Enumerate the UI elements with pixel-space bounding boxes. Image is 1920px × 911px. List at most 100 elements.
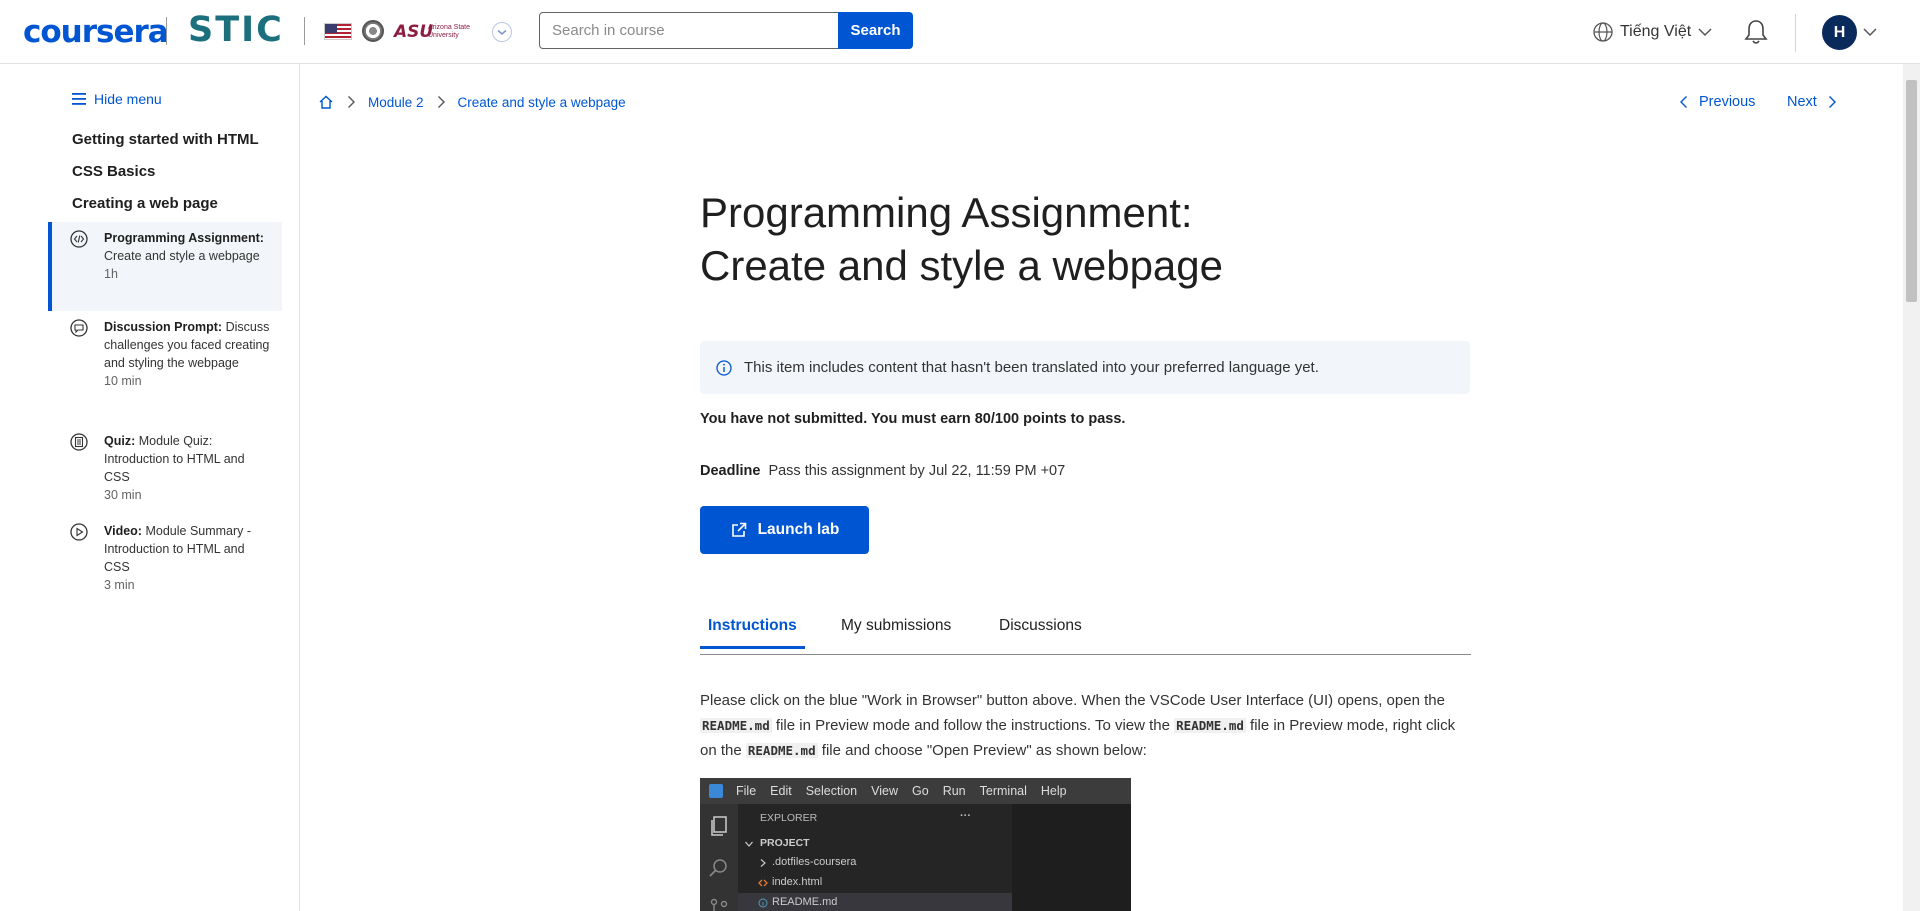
launch-lab-button[interactable]: Launch lab xyxy=(700,506,869,554)
next-label: Next xyxy=(1787,94,1817,110)
stic-logo[interactable]: STIC xyxy=(188,10,284,50)
course-sidebar: Hide menu Getting started with HTML CSS … xyxy=(0,64,300,911)
asu-logo-subtitle: Arizona State University xyxy=(428,24,471,39)
deadline-value: Pass this assignment by Jul 22, 11:59 PM… xyxy=(768,463,1066,479)
banner-text: This item includes content that hasn't b… xyxy=(744,359,1319,376)
code-icon xyxy=(70,230,88,248)
top-navigation-bar: coursera STIC ASU Arizona State Universi… xyxy=(0,0,1920,64)
sidebar-item-quiz[interactable]: Quiz: Module Quiz: Introduction to HTML … xyxy=(48,425,282,511)
avatar[interactable]: H xyxy=(1822,15,1857,50)
department-seal-icon xyxy=(362,20,384,42)
tab-my-submissions[interactable]: My submissions xyxy=(841,617,951,646)
assignment-tabs: Instructions My submissions Discussions xyxy=(700,610,1471,655)
translation-notice-banner: This item includes content that hasn't b… xyxy=(700,341,1470,394)
launch-lab-label: Launch lab xyxy=(757,521,840,538)
us-flag-icon xyxy=(324,23,352,40)
chat-bubble-icon xyxy=(70,319,88,337)
html-file-icon xyxy=(758,879,768,887)
search-icon xyxy=(709,859,727,877)
explorer-file-dotfiles: .dotfiles-coursera xyxy=(738,853,1012,872)
vscode-logo-icon xyxy=(709,784,723,798)
inline-code: README.md xyxy=(745,743,818,758)
header-divider xyxy=(166,17,167,45)
notifications-button[interactable] xyxy=(1743,18,1769,51)
tab-discussions[interactable]: Discussions xyxy=(999,617,1082,646)
vscode-menu-item: Go xyxy=(912,784,929,798)
sidebar-item-duration: 30 min xyxy=(104,488,142,502)
chevron-down-icon[interactable] xyxy=(1862,24,1878,40)
hide-menu-label: Hide menu xyxy=(94,91,162,107)
chevron-left-icon xyxy=(1680,96,1687,108)
file-name: README.md xyxy=(772,896,838,908)
sidebar-item-video[interactable]: Video: Module Summary - Introduction to … xyxy=(48,515,282,601)
play-icon xyxy=(70,523,88,541)
scrollbar-thumb[interactable] xyxy=(1906,80,1917,302)
external-link-icon xyxy=(731,522,746,537)
globe-icon xyxy=(1593,22,1613,42)
deadline-label: Deadline xyxy=(700,463,761,479)
files-icon xyxy=(711,816,727,836)
search-button[interactable]: Search xyxy=(838,12,913,49)
chevron-right-icon xyxy=(348,96,355,108)
sidebar-item-type: Quiz: xyxy=(104,434,136,448)
vscode-menu-item: Selection xyxy=(805,784,858,798)
vscode-screenshot: File Edit Selection View Go Run Terminal… xyxy=(700,778,1131,911)
more-actions-icon: ··· xyxy=(960,810,971,822)
breadcrumb-current-item[interactable]: Create and style a webpage xyxy=(458,95,626,110)
vscode-menu-item: Help xyxy=(1040,784,1067,798)
explorer-project-folder: PROJECT xyxy=(738,834,1012,853)
file-name: .dotfiles-coursera xyxy=(772,856,857,868)
vscode-menu-item: File xyxy=(736,784,757,798)
vscode-menu-item: View xyxy=(871,784,899,798)
explorer-file-readme: README.md xyxy=(738,893,1012,911)
info-icon xyxy=(716,359,732,376)
menu-icon xyxy=(72,93,86,105)
coursera-logo[interactable]: coursera xyxy=(23,14,169,50)
home-icon[interactable] xyxy=(318,94,334,110)
header-divider xyxy=(1795,14,1796,52)
vscode-menubar: File Edit Selection View Go Run Terminal… xyxy=(700,778,1131,804)
partners-expand-button[interactable] xyxy=(492,22,512,42)
language-selector[interactable]: Tiếng Việt xyxy=(1592,20,1713,44)
info-icon xyxy=(758,898,768,908)
sidebar-item-duration: 1h xyxy=(104,267,118,281)
chevron-down-icon xyxy=(497,29,507,35)
chevron-right-icon xyxy=(760,859,766,867)
quiz-icon xyxy=(70,433,88,451)
language-label: Tiếng Việt xyxy=(1620,23,1692,40)
file-name: index.html xyxy=(772,876,823,888)
previous-button[interactable]: Previous xyxy=(1677,94,1755,110)
submission-status: You have not submitted. You must earn 80… xyxy=(700,411,1126,427)
sidebar-section-css-basics[interactable]: CSS Basics xyxy=(72,163,155,180)
page-title: Programming Assignment: Create and style… xyxy=(700,189,1224,289)
sidebar-section-getting-started[interactable]: Getting started with HTML xyxy=(72,131,259,148)
header-divider xyxy=(304,17,305,45)
breadcrumb: Module 2 Create and style a webpage xyxy=(318,94,626,110)
chevron-right-icon xyxy=(1828,96,1836,108)
sidebar-item-title: Create and style a webpage xyxy=(104,249,260,263)
sidebar-item-discussion-prompt[interactable]: Discussion Prompt: Discuss challenges yo… xyxy=(48,311,282,397)
instructions-text: Please click on the blue "Work in Browse… xyxy=(700,688,1470,763)
hide-menu-button[interactable]: Hide menu xyxy=(72,91,162,107)
vscode-menu-item: Edit xyxy=(770,784,792,798)
sidebar-item-duration: 3 min xyxy=(104,578,135,592)
vscode-menu-item: Run xyxy=(942,784,966,798)
sidebar-item-type: Programming Assignment: xyxy=(104,231,264,245)
instructions-text-part: file in Preview mode and follow the inst… xyxy=(771,717,1175,734)
inline-code: README.md xyxy=(1174,718,1246,733)
sidebar-item-type: Discussion Prompt: xyxy=(104,320,223,334)
search-input[interactable] xyxy=(539,12,840,49)
explorer-file-index: index.html xyxy=(738,873,1012,892)
instructions-text-part: file and choose "Open Preview" as shown … xyxy=(817,742,1147,759)
vscode-menu-item: Terminal xyxy=(979,784,1027,798)
next-button[interactable]: Next xyxy=(1787,94,1839,110)
breadcrumb-module-link[interactable]: Module 2 xyxy=(368,95,424,110)
deadline-info: Deadline Pass this assignment by Jul 22,… xyxy=(700,463,1065,479)
sidebar-item-duration: 10 min xyxy=(104,374,142,388)
inline-code: README.md xyxy=(700,718,772,733)
instructions-text-part: Please click on the blue "Work in Browse… xyxy=(700,692,1445,709)
sidebar-section-creating-web-page[interactable]: Creating a web page xyxy=(72,195,218,212)
sidebar-item-programming-assignment[interactable]: Programming Assignment: Create and style… xyxy=(48,222,282,311)
source-control-icon xyxy=(710,898,728,911)
tab-instructions[interactable]: Instructions xyxy=(700,617,805,649)
